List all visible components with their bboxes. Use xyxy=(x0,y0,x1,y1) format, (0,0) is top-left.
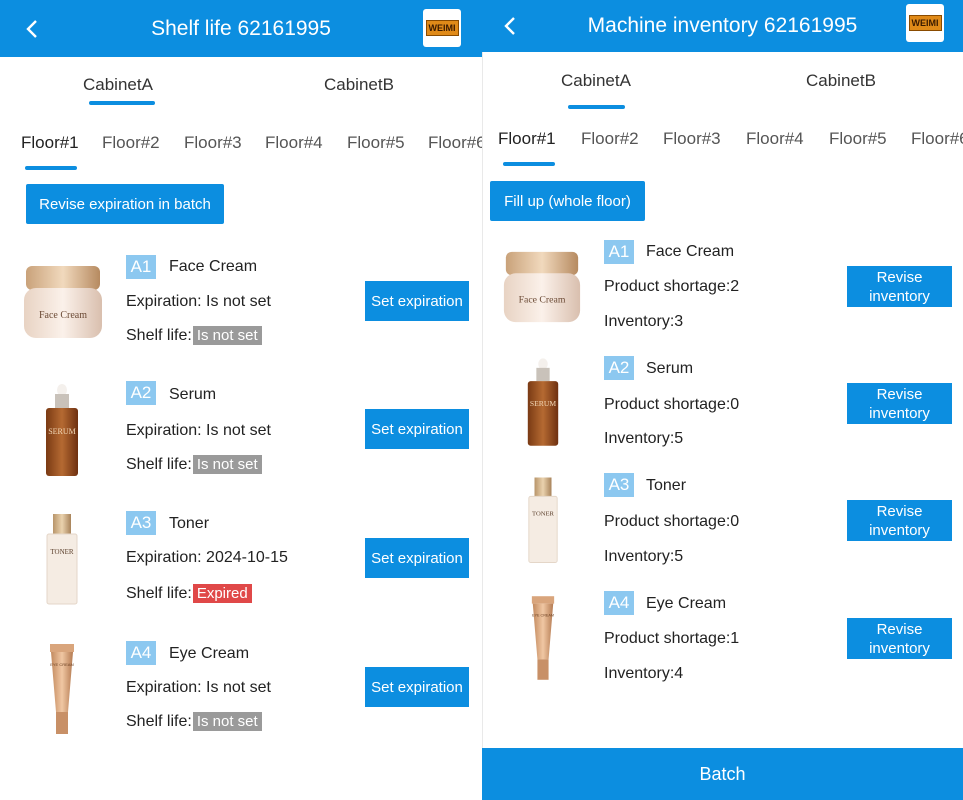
product-name: Toner xyxy=(169,515,210,532)
product-name: Serum xyxy=(169,386,217,403)
page-title: Machine inventory 62161995 xyxy=(587,14,858,37)
svg-text:EYE CREAM: EYE CREAM xyxy=(532,614,554,618)
slot-badge: A3 xyxy=(126,511,156,535)
revise-expiration-batch-button[interactable]: Revise expiration in batch xyxy=(26,184,224,224)
set-expiration-button[interactable]: Set expiration xyxy=(365,538,469,578)
active-tab-indicator xyxy=(568,105,625,109)
slot-badge: A2 xyxy=(126,381,156,405)
tab-floor-5[interactable]: Floor#5 xyxy=(347,133,405,153)
expiration-text: Expiration: 2024-10-15 xyxy=(126,549,288,566)
slot-badge: A3 xyxy=(604,473,634,497)
shortage-text: Product shortage:1 xyxy=(604,630,740,647)
tab-cabinet-a[interactable]: CabinetA xyxy=(561,71,631,91)
svg-text:SERUM: SERUM xyxy=(530,399,556,408)
status-badge: Is not set xyxy=(192,455,262,474)
inventory-text: Inventory:5 xyxy=(604,430,684,447)
tab-cabinet-a[interactable]: CabinetA xyxy=(83,75,153,95)
revise-inventory-button[interactable]: Revise inventory xyxy=(847,266,952,307)
brand-logo: WEIMI xyxy=(423,9,461,47)
svg-text:Face Cream: Face Cream xyxy=(519,295,566,306)
fill-up-floor-button[interactable]: Fill up (whole floor) xyxy=(490,181,645,221)
set-expiration-button[interactable]: Set expiration xyxy=(365,281,469,321)
tab-floor-1[interactable]: Floor#1 xyxy=(21,133,79,153)
shelf-life-text: Shelf life: Is not set xyxy=(126,455,262,474)
serum-image: SERUM xyxy=(527,358,559,446)
cabinet-tabs: CabinetA CabinetB xyxy=(0,57,482,113)
eye-cream-image: EYE CREAM xyxy=(531,596,555,680)
tab-floor-3[interactable]: Floor#3 xyxy=(663,129,721,149)
svg-text:SERUM: SERUM xyxy=(48,427,76,436)
product-name: Face Cream xyxy=(646,243,735,260)
shortage-text: Product shortage:0 xyxy=(604,513,740,530)
shelf-life-text: Shelf life: Is not set xyxy=(126,712,262,731)
tab-floor-6[interactable]: Floor#6 xyxy=(911,129,963,149)
inventory-text: Inventory:3 xyxy=(604,313,684,330)
svg-text:TONER: TONER xyxy=(532,510,555,517)
shelf-life-text: Shelf life: Expired xyxy=(126,584,252,603)
shelf-life-screen: Shelf life 62161995 WEIMI CabinetA Cabin… xyxy=(0,0,482,800)
active-floor-indicator xyxy=(503,162,555,166)
product-name: Face Cream xyxy=(169,258,258,275)
slot-badge: A4 xyxy=(126,641,156,665)
inventory-text: Inventory:4 xyxy=(604,665,684,682)
product-name: Serum xyxy=(646,360,694,377)
shortage-text: Product shortage:2 xyxy=(604,278,740,295)
expiration-text: Expiration: Is not set xyxy=(126,679,271,696)
slot-badge: A4 xyxy=(604,591,634,615)
tab-floor-5[interactable]: Floor#5 xyxy=(829,129,887,149)
active-floor-indicator xyxy=(25,166,77,170)
slot-badge: A1 xyxy=(604,240,634,264)
active-tab-indicator xyxy=(89,101,155,105)
product-name: Toner xyxy=(646,477,687,494)
product-name: Eye Cream xyxy=(646,595,727,612)
floor-tabs: Floor#1 Floor#2 Floor#3 Floor#4 Floor#5 … xyxy=(482,129,963,169)
set-expiration-button[interactable]: Set expiration xyxy=(365,667,469,707)
product-name: Eye Cream xyxy=(169,645,250,662)
expiration-text: Expiration: Is not set xyxy=(126,293,271,310)
revise-inventory-button[interactable]: Revise inventory xyxy=(847,500,952,541)
eye-cream-image: EYE CREAM xyxy=(50,644,74,734)
tab-cabinet-b[interactable]: CabinetB xyxy=(806,71,876,91)
tab-floor-2[interactable]: Floor#2 xyxy=(102,133,160,153)
serum-image: SERUM xyxy=(46,384,78,476)
revise-inventory-button[interactable]: Revise inventory xyxy=(847,383,952,424)
tab-cabinet-b[interactable]: CabinetB xyxy=(324,75,394,95)
face-cream-image: Face Cream xyxy=(503,251,581,323)
shortage-text: Product shortage:0 xyxy=(604,396,740,413)
svg-text:TONER: TONER xyxy=(50,548,74,556)
status-badge: Is not set xyxy=(192,712,262,731)
svg-text:EYE CREAM: EYE CREAM xyxy=(50,662,74,667)
tab-floor-6[interactable]: Floor#6 xyxy=(428,133,482,153)
expiration-text: Expiration: Is not set xyxy=(126,422,271,439)
page-title: Shelf life 62161995 xyxy=(151,16,331,40)
slot-badge: A2 xyxy=(604,356,634,380)
header-bar: Shelf life 62161995 WEIMI xyxy=(0,0,482,57)
toner-image: TONER xyxy=(528,477,558,563)
cabinet-tabs: CabinetA CabinetB xyxy=(482,52,963,109)
face-cream-image: Face Cream xyxy=(24,266,102,338)
inventory-text: Inventory:5 xyxy=(604,548,684,565)
set-expiration-button[interactable]: Set expiration xyxy=(365,409,469,449)
tab-floor-1[interactable]: Floor#1 xyxy=(498,129,556,149)
machine-inventory-screen: Machine inventory 62161995 WEIMI Cabinet… xyxy=(482,0,963,800)
header-bar: Machine inventory 62161995 WEIMI xyxy=(482,0,963,52)
shelf-life-text: Shelf life: Is not set xyxy=(126,326,262,345)
batch-button[interactable]: Batch xyxy=(482,748,963,800)
svg-text:Face Cream: Face Cream xyxy=(39,310,87,321)
slot-badge: A1 xyxy=(126,255,156,279)
tab-floor-4[interactable]: Floor#4 xyxy=(746,129,804,149)
tab-floor-2[interactable]: Floor#2 xyxy=(581,129,639,149)
status-badge: Expired xyxy=(192,584,252,603)
floor-tabs: Floor#1 Floor#2 Floor#3 Floor#4 Floor#5 … xyxy=(0,133,482,173)
revise-inventory-button[interactable]: Revise inventory xyxy=(847,618,952,659)
brand-logo: WEIMI xyxy=(906,4,944,42)
tab-floor-3[interactable]: Floor#3 xyxy=(184,133,242,153)
tab-floor-4[interactable]: Floor#4 xyxy=(265,133,323,153)
toner-image: TONER xyxy=(46,514,78,605)
status-badge: Is not set xyxy=(192,326,262,345)
